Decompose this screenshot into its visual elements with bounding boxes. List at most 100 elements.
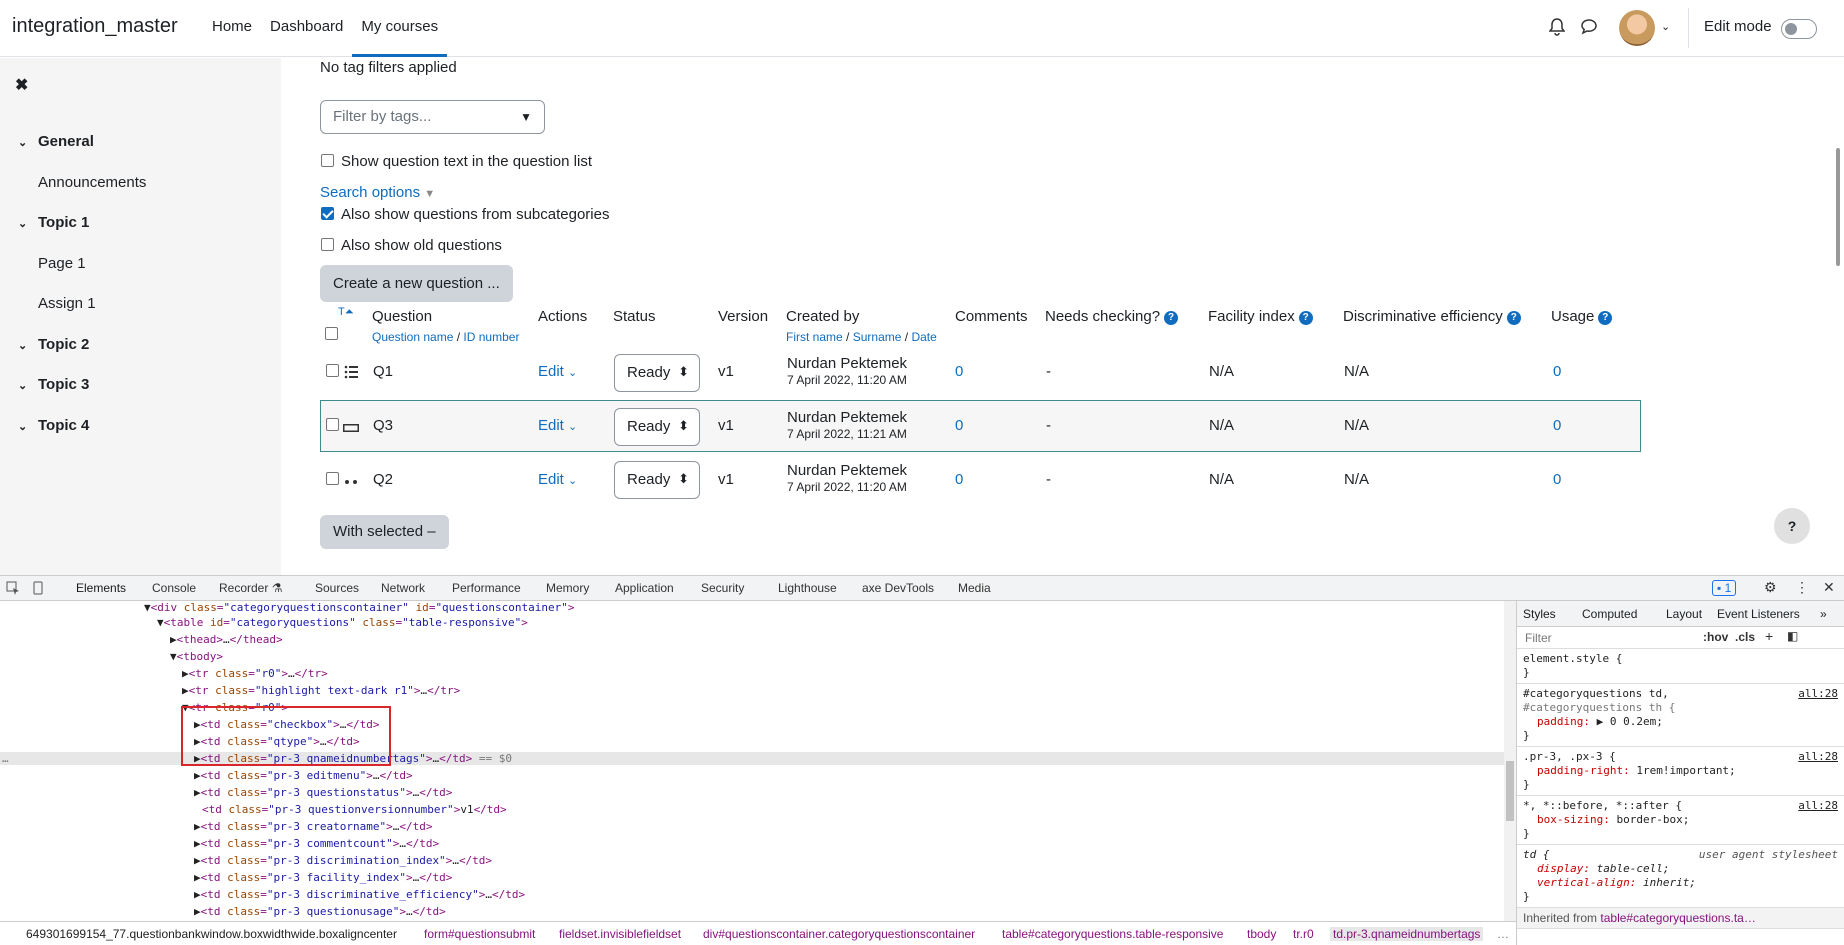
usage-count[interactable]: 0 [1553, 417, 1561, 434]
status-select[interactable]: Ready [614, 408, 700, 446]
sort-id-number[interactable]: ID number [463, 330, 519, 344]
tab-application[interactable]: Application [615, 581, 674, 595]
issues-badge[interactable]: ▪ 1 [1712, 580, 1737, 596]
sidebar-item-page-1[interactable]: Page 1 [38, 255, 86, 272]
rule-source-link[interactable]: all:28 [1798, 799, 1838, 813]
comments-count[interactable]: 0 [955, 471, 963, 488]
dom-node[interactable]: ▶<td class="pr-3 questionstatus">…</td> [194, 786, 452, 799]
site-brand[interactable]: integration_master [12, 15, 178, 38]
dom-node[interactable]: ▶<tr class="r0">…</tr> [182, 667, 328, 680]
ellipsis-icon[interactable]: … [1497, 927, 1509, 941]
hov-toggle[interactable]: :hov [1703, 630, 1728, 644]
dom-node[interactable]: ▶<td class="pr-3 discriminative_efficien… [194, 888, 525, 901]
section-topic-2[interactable]: ⌄ Topic 2 [18, 336, 89, 353]
show-question-text-checkbox[interactable] [321, 154, 334, 167]
breadcrumb-item[interactable]: form#questionsubmit [424, 927, 535, 941]
edit-menu[interactable]: Edit ⌄ [538, 417, 577, 434]
rule-prop[interactable]: padding: ▶ 0 0.2em; [1523, 715, 1838, 729]
select-all-checkbox[interactable] [325, 327, 338, 340]
breadcrumb-item[interactable]: 649301699154_77.questionbankwindow.boxwi… [26, 927, 397, 941]
nav-home[interactable]: Home [203, 0, 261, 57]
tab-event-listeners[interactable]: Event Listeners [1717, 607, 1800, 621]
tab-elements[interactable]: Elements [65, 581, 137, 603]
tab-computed[interactable]: Computed [1582, 607, 1637, 621]
more-icon[interactable]: ⋮ [1795, 579, 1809, 596]
help-icon[interactable]: ? [1298, 311, 1313, 325]
tab-performance[interactable]: Performance [452, 581, 521, 595]
tab-network[interactable]: Network [381, 581, 425, 595]
section-topic-4[interactable]: ⌄ Topic 4 [18, 417, 89, 434]
tab-sources[interactable]: Sources [315, 581, 359, 595]
section-topic-3[interactable]: ⌄ Topic 3 [18, 376, 89, 393]
gear-icon[interactable]: ⚙ [1764, 579, 1777, 596]
tab-axe-devtools[interactable]: axe DevTools [862, 581, 934, 595]
breadcrumb-item[interactable]: tr.r0 [1293, 927, 1314, 941]
elements-scrollbar[interactable] [1504, 601, 1516, 921]
dom-node[interactable]: ▶<td class="pr-3 questionusage">…</td> [194, 905, 446, 918]
dom-node[interactable]: ▶<td class="pr-3 editmenu">…</td> [194, 769, 413, 782]
rule-prop[interactable]: box-sizing: border-box; [1523, 813, 1838, 827]
tab-security[interactable]: Security [701, 581, 744, 595]
help-icon[interactable]: ? [1164, 311, 1179, 325]
chevron-down-icon[interactable]: ⌄ [1661, 20, 1670, 33]
sort-question-name[interactable]: Question name [372, 330, 453, 344]
usage-count[interactable]: 0 [1553, 363, 1561, 380]
dom-node[interactable]: <td class="pr-3 questionversionnumber">v… [202, 803, 507, 816]
breadcrumb-item[interactable]: tbody [1247, 927, 1276, 941]
tab-recorder[interactable]: Recorder ⚗ [219, 581, 282, 595]
dom-node[interactable]: ▼<tbody> [170, 650, 223, 663]
tab-layout[interactable]: Layout [1666, 607, 1702, 621]
breadcrumb-item-selected[interactable]: td.pr-3.qnameidnumbertags [1330, 927, 1484, 941]
sort-date[interactable]: Date [911, 330, 936, 344]
search-options-link[interactable]: Search options ▼ [320, 184, 435, 201]
sidebar-item-assign-1[interactable]: Assign 1 [38, 295, 96, 312]
help-icon[interactable]: ? [1598, 311, 1613, 325]
dom-node[interactable]: ▶<td class="pr-3 facility_index">…</td> [194, 871, 452, 884]
dom-node[interactable]: ▶<thead>…</thead> [170, 633, 283, 646]
main-scrollbar[interactable] [1836, 148, 1840, 266]
close-icon[interactable]: ✕ [1823, 579, 1835, 596]
edit-menu[interactable]: Edit ⌄ [538, 363, 577, 380]
dom-node[interactable]: ▶<tr class="highlight text-dark r1">…</t… [182, 684, 460, 697]
device-toolbar-icon[interactable] [31, 581, 45, 598]
cls-toggle[interactable]: .cls [1735, 630, 1755, 644]
tab-console[interactable]: Console [152, 581, 196, 595]
tab-memory[interactable]: Memory [546, 581, 589, 595]
rule-source-link[interactable]: all:28 [1798, 750, 1838, 764]
sort-first-name[interactable]: First name [786, 330, 843, 344]
tab-media[interactable]: Media [958, 581, 991, 595]
breadcrumb-item[interactable]: fieldset.invisiblefieldset [559, 927, 681, 941]
comments-count[interactable]: 0 [955, 363, 963, 380]
close-icon[interactable]: ✖ [15, 75, 28, 95]
help-button[interactable]: ? [1774, 508, 1810, 544]
plus-icon[interactable]: + [1765, 628, 1773, 644]
nav-dashboard[interactable]: Dashboard [261, 0, 352, 57]
dom-node[interactable]: ▶<td class="pr-3 discrimination_index">…… [194, 854, 492, 867]
help-icon[interactable]: ? [1506, 311, 1521, 325]
dom-node[interactable]: ▶<td class="pr-3 creatorname">…</td> [194, 820, 432, 833]
tab-lighthouse[interactable]: Lighthouse [778, 581, 837, 595]
breadcrumb-item[interactable]: div#questionscontainer.categoryquestions… [703, 927, 975, 941]
also-subcategories-checkbox[interactable] [321, 207, 334, 220]
breadcrumb-item[interactable]: table#categoryquestions.table-responsive [1002, 927, 1223, 941]
section-topic-1[interactable]: ⌄ Topic 1 [18, 214, 89, 231]
also-old-checkbox[interactable] [321, 238, 334, 251]
status-select[interactable]: Ready [614, 461, 700, 499]
rule-source-link[interactable]: all:28 [1798, 687, 1838, 701]
with-selected-button[interactable]: With selected – [320, 515, 449, 549]
section-general[interactable]: ⌄ General [18, 133, 94, 150]
question-name[interactable]: Q2 [373, 471, 393, 488]
question-name[interactable]: Q3 [373, 417, 393, 434]
chat-icon[interactable] [1580, 18, 1598, 40]
sidebar-toggle-icon[interactable]: ◧ [1787, 629, 1798, 643]
tab-styles[interactable]: Styles [1523, 607, 1556, 621]
rule-prop[interactable]: padding-right: 1rem!important; [1523, 764, 1838, 778]
edit-menu[interactable]: Edit ⌄ [538, 471, 577, 488]
ellipsis-icon[interactable]: … [2, 752, 9, 765]
user-avatar[interactable] [1619, 10, 1655, 46]
comments-count[interactable]: 0 [955, 417, 963, 434]
status-select[interactable]: Ready [614, 354, 700, 392]
question-name[interactable]: Q1 [373, 363, 393, 380]
dom-node[interactable]: ▼<table id="categoryquestions" class="ta… [157, 616, 528, 629]
sort-surname[interactable]: Surname [853, 330, 902, 344]
